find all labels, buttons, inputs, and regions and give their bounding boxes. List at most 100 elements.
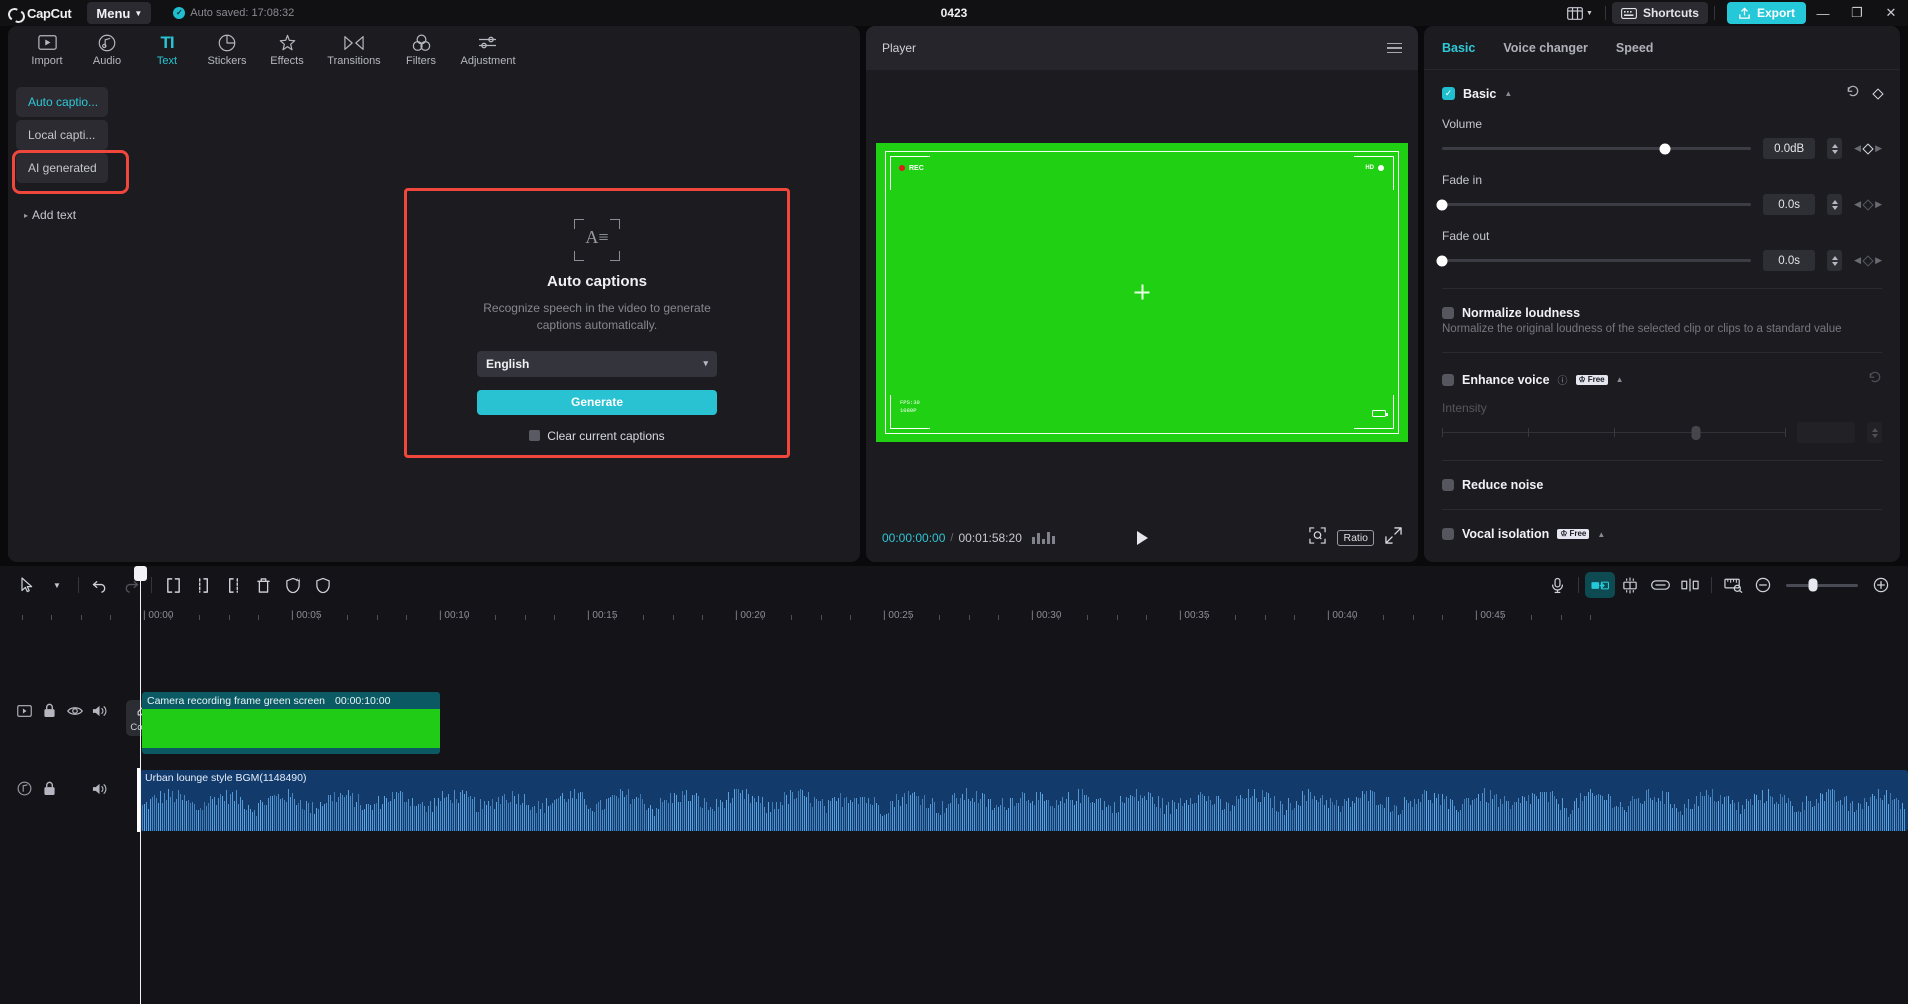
snap-icon[interactable] [1615, 572, 1645, 598]
timeline-ruler[interactable]: | 00:00 | 00:05 | 00:10 | 00:15 | 00:20 | 00:… [0, 604, 1908, 630]
cut-icon[interactable] [1675, 572, 1705, 598]
speaker-icon[interactable] [91, 702, 108, 719]
tab-speed[interactable]: Speed [1616, 41, 1654, 55]
split-left-icon[interactable] [158, 572, 188, 598]
zoom-in-icon[interactable] [1866, 572, 1896, 598]
keyframe-prev-icon[interactable]: ◀ [1854, 143, 1861, 154]
help-icon[interactable]: ⓘ [1558, 372, 1568, 387]
playhead[interactable] [134, 566, 147, 1004]
mirror-icon[interactable] [1585, 572, 1615, 598]
chevron-up-icon[interactable]: ▲ [1616, 375, 1624, 384]
fade-out-value[interactable]: 0.0s [1763, 250, 1816, 271]
fade-in-value[interactable]: 0.0s [1763, 194, 1816, 215]
tab-audio[interactable]: Audio [78, 28, 136, 72]
close-button[interactable]: ✕ [1874, 0, 1908, 26]
vocal-isolation-header[interactable]: Vocal isolation ♔ Free ▲ [1442, 527, 1882, 541]
audio-clip[interactable]: Urban lounge style BGM(1148490) [140, 770, 1908, 831]
lock-icon[interactable] [41, 702, 58, 719]
microphone-icon[interactable] [1542, 572, 1572, 598]
language-select[interactable]: English ▾ [477, 350, 717, 377]
keyframe-icon[interactable] [1872, 87, 1884, 100]
basic-checkbox[interactable]: ✓ [1442, 87, 1455, 100]
chevron-up-icon[interactable]: ▲ [1597, 530, 1605, 539]
ai-shield-icon[interactable]: AI [278, 572, 308, 598]
sidebar-item-add-text[interactable]: ▸ Add text [16, 200, 108, 230]
ratio-button[interactable]: Ratio [1337, 530, 1374, 546]
fade-out-knob[interactable] [1436, 255, 1448, 266]
menu-button[interactable]: Menu ▼ [87, 2, 152, 24]
play-button[interactable] [1136, 531, 1148, 545]
normalize-checkbox[interactable] [1442, 307, 1454, 319]
reduce-noise-header[interactable]: Reduce noise [1442, 478, 1882, 492]
video-clip[interactable]: Camera recording frame green screen 00:0… [142, 692, 440, 754]
intensity-knob[interactable] [1691, 425, 1701, 440]
intensity-stepper[interactable] [1867, 422, 1882, 443]
normalize-loudness-header[interactable]: Normalize loudness [1442, 306, 1882, 320]
volume-knob[interactable] [1659, 143, 1671, 154]
lock-icon[interactable] [41, 780, 58, 797]
eye-icon[interactable] [66, 702, 83, 719]
enhance-voice-checkbox[interactable] [1442, 373, 1454, 386]
zoom-knob[interactable] [1808, 578, 1818, 592]
keyframe-icon[interactable] [1862, 142, 1874, 155]
vocal-isolation-checkbox[interactable] [1442, 528, 1454, 540]
speaker-icon[interactable] [91, 780, 108, 797]
intensity-slider[interactable] [1442, 425, 1786, 440]
keyframe-prev-icon[interactable]: ◀ [1854, 255, 1861, 266]
volume-slider[interactable] [1442, 143, 1752, 154]
shortcuts-button[interactable]: Shortcuts [1611, 2, 1708, 24]
playhead-grip[interactable] [134, 566, 147, 581]
measure-icon[interactable] [1718, 572, 1748, 598]
zoom-preview-icon[interactable] [1309, 527, 1327, 549]
minimize-button[interactable]: — [1806, 0, 1840, 26]
undo-icon[interactable] [85, 572, 115, 598]
tab-text[interactable]: TI Text [138, 28, 196, 72]
volume-stepper[interactable] [1827, 138, 1843, 159]
reset-icon[interactable] [1868, 370, 1882, 389]
shield-icon[interactable] [308, 572, 338, 598]
keyframe-next-icon[interactable]: ▶ [1875, 143, 1882, 154]
keyframe-icon[interactable] [1862, 198, 1874, 211]
generate-button[interactable]: Generate [477, 389, 717, 415]
fullscreen-icon[interactable] [1385, 527, 1402, 549]
sidebar-item-auto-captions[interactable]: Auto captio... [16, 87, 108, 117]
volume-value[interactable]: 0.0dB [1763, 138, 1816, 159]
tab-voice-changer[interactable]: Voice changer [1503, 41, 1588, 55]
fade-in-knob[interactable] [1436, 199, 1448, 210]
clear-current-captions-checkbox[interactable]: Clear current captions [529, 429, 665, 443]
keyframe-prev-icon[interactable]: ◀ [1854, 199, 1861, 210]
audio-wave-icon[interactable] [16, 780, 33, 797]
sidebar-item-local-captions[interactable]: Local capti... [16, 120, 108, 150]
fade-in-slider[interactable] [1436, 199, 1752, 210]
tab-import[interactable]: Import [18, 28, 76, 72]
delete-icon[interactable] [248, 572, 278, 598]
link-icon[interactable] [1645, 572, 1675, 598]
timeline-zoom-slider[interactable] [1786, 578, 1858, 592]
video-preview[interactable]: REC HD FPS:30 1080P [876, 142, 1408, 442]
player-menu-icon[interactable] [1387, 42, 1402, 54]
mute-video-icon[interactable] [16, 702, 33, 719]
split-center-icon[interactable] [188, 572, 218, 598]
keyframe-icon[interactable] [1862, 254, 1874, 267]
layout-switch-button[interactable]: ▼ [1559, 6, 1601, 20]
fade-in-stepper[interactable] [1827, 194, 1843, 215]
intensity-value[interactable] [1797, 422, 1855, 443]
tab-adjustment[interactable]: Adjustment [452, 28, 524, 72]
sidebar-item-ai-generated[interactable]: AI generated [16, 153, 108, 183]
keyframe-next-icon[interactable]: ▶ [1875, 255, 1882, 266]
tab-transitions[interactable]: Transitions [318, 28, 390, 72]
tab-effects[interactable]: Effects [258, 28, 316, 72]
chevron-up-icon[interactable]: ▲ [1504, 89, 1512, 98]
tab-stickers[interactable]: Stickers [198, 28, 256, 72]
tab-filters[interactable]: Filters [392, 28, 450, 72]
reduce-noise-checkbox[interactable] [1442, 479, 1454, 491]
split-right-icon[interactable] [218, 572, 248, 598]
chevron-down-icon[interactable]: ▼ [42, 572, 72, 598]
audio-meter-icon[interactable] [1031, 532, 1055, 544]
fade-out-slider[interactable] [1436, 255, 1752, 266]
zoom-out-icon[interactable] [1748, 572, 1778, 598]
fade-out-stepper[interactable] [1827, 250, 1843, 271]
reset-icon[interactable] [1846, 84, 1860, 103]
maximize-button[interactable]: ❐ [1840, 0, 1874, 26]
keyframe-next-icon[interactable]: ▶ [1875, 199, 1882, 210]
